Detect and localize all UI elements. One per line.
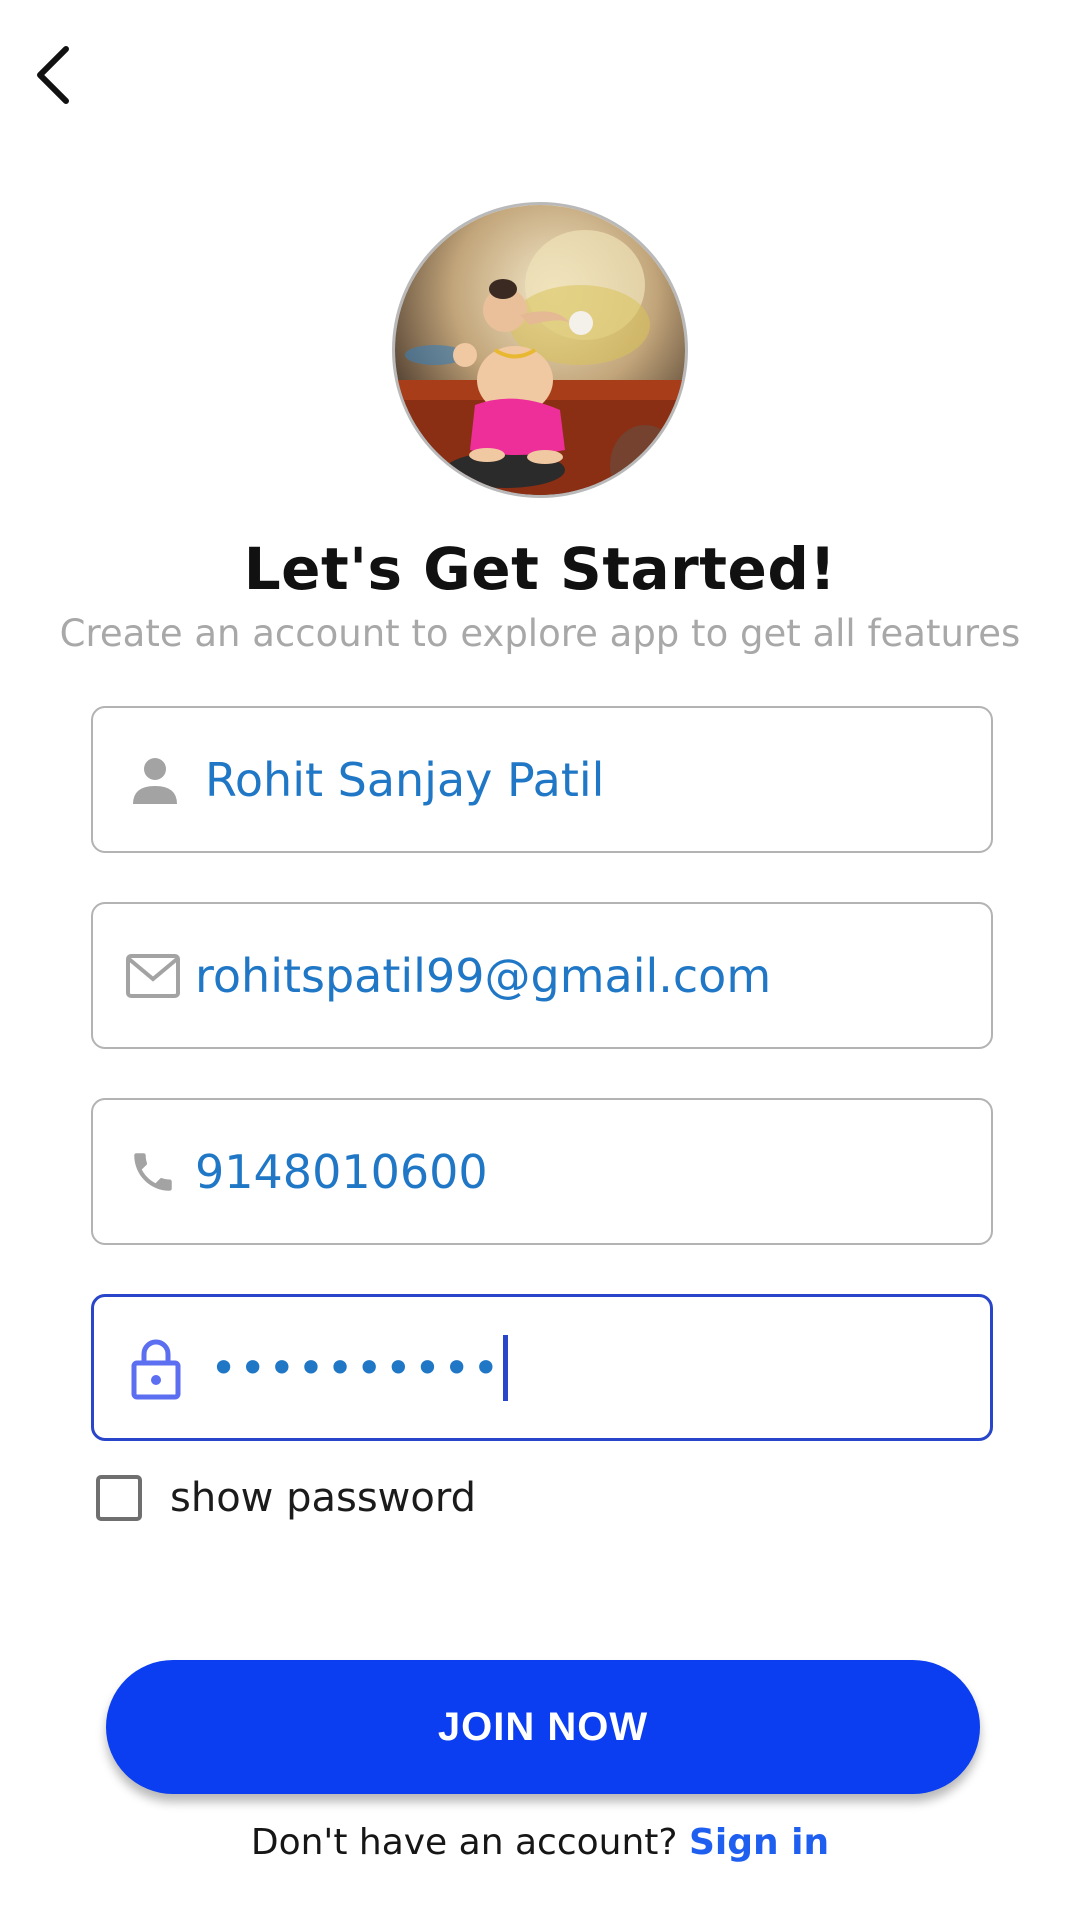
sign-in-link[interactable]: Sign in — [689, 1822, 829, 1863]
profile-photo — [395, 205, 685, 495]
password-field[interactable]: •••••••••• — [91, 1294, 993, 1441]
mail-icon — [123, 946, 183, 1006]
phone-field[interactable]: 9148010600 — [91, 1098, 993, 1245]
password-mask: •••••••••• — [210, 1340, 502, 1395]
avatar[interactable] — [392, 202, 688, 498]
join-now-button[interactable]: JOIN NOW — [106, 1660, 980, 1794]
email-value: rohitspatil99@gmail.com — [195, 948, 772, 1003]
page-subtitle: Create an account to explore app to get … — [59, 612, 1021, 655]
show-password-label: show password — [170, 1475, 476, 1521]
person-icon — [125, 750, 185, 810]
password-value: •••••••••• — [210, 1334, 509, 1401]
show-password-checkbox[interactable] — [96, 1475, 142, 1521]
lock-icon — [126, 1338, 186, 1399]
phone-value: 9148010600 — [195, 1144, 488, 1199]
phone-icon — [123, 1142, 183, 1202]
signin-prompt-text: Don't have an account? — [250, 1822, 678, 1863]
name-value: Rohit Sanjay Patil — [205, 752, 605, 807]
text-cursor — [503, 1334, 509, 1401]
page-title: Let's Get Started! — [243, 535, 837, 603]
signin-prompt: Don't have an account? Sign in — [0, 1822, 1080, 1863]
chevron-left-icon — [37, 46, 69, 104]
back-button[interactable] — [22, 40, 82, 110]
name-field[interactable]: Rohit Sanjay Patil — [91, 706, 993, 853]
signup-screen: Let's Get Started! Create an account to … — [0, 0, 1080, 1920]
email-field[interactable]: rohitspatil99@gmail.com — [91, 902, 993, 1049]
show-password-toggle[interactable]: show password — [96, 1475, 476, 1521]
